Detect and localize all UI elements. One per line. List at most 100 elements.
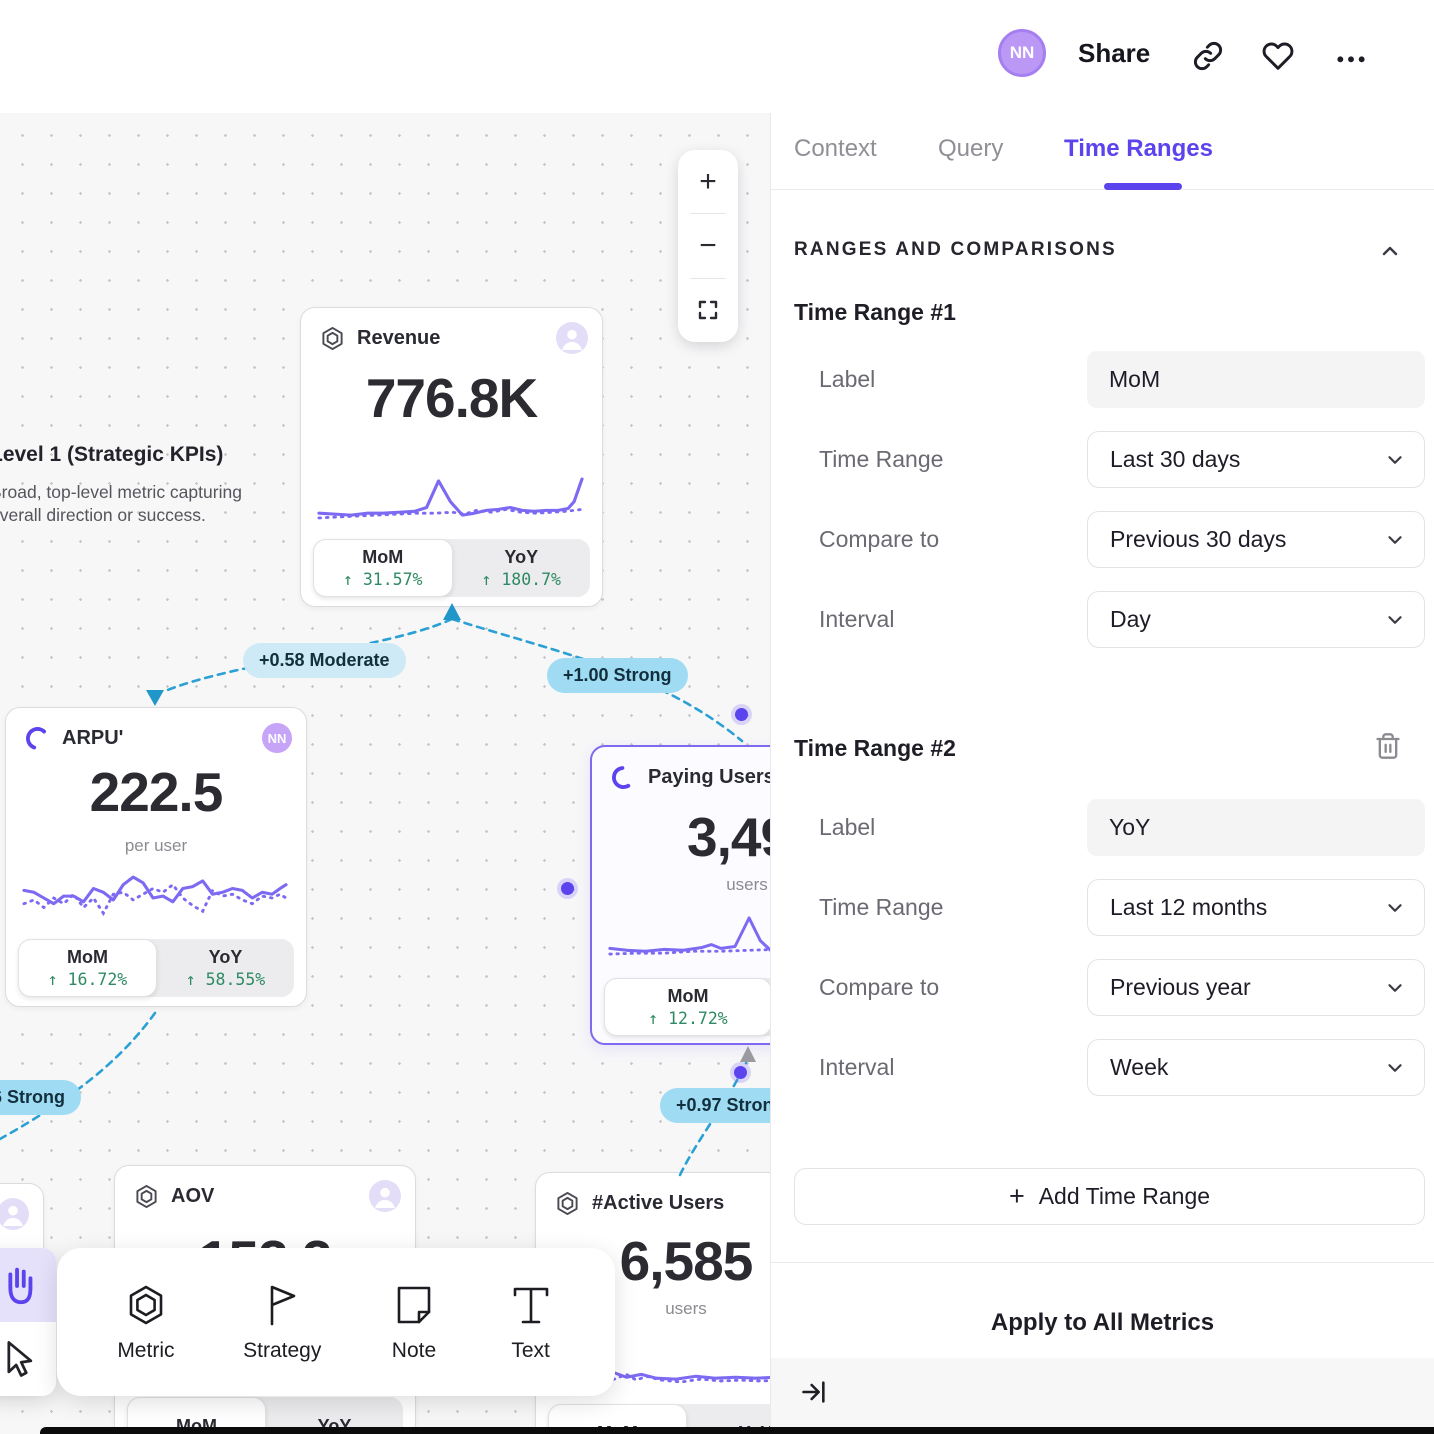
mom-toggle[interactable]: MoM ↑ 31.57% [313,539,453,597]
hand-icon [0,1262,41,1308]
chevron-down-icon [1384,609,1406,631]
range-1-interval-select[interactable]: Day [1087,591,1425,648]
tab-context[interactable]: Context [794,135,877,163]
metric-tree-canvas[interactable]: +0.58 Moderate +1.00 Strong 66 Strong +0… [0,113,770,1434]
comparison-toggle: MoM ↑ 16.72% YoY ↑ 58.55% [18,939,294,997]
cursor-icon [0,1337,40,1381]
metric-card-revenue[interactable]: Revenue 776.8K MoM ↑ 31.57% YoY ↑ 180.7 [300,307,603,607]
collaborator-badge: NN [262,723,292,753]
chevron-down-icon [1384,529,1406,551]
correlation-badge[interactable]: 66 Strong [0,1080,81,1115]
range-1-time-range-select[interactable]: Last 30 days [1087,431,1425,488]
card-title: #Active Users [592,1192,724,1215]
chevron-down-icon [1384,449,1406,471]
loading-arc-icon [24,725,51,752]
hand-tool-button[interactable] [0,1248,56,1322]
card-title: AOV [171,1185,214,1208]
range-2-interval-select[interactable]: Week [1087,1039,1425,1096]
yoy-change-value: ↑ 58.55% [186,970,265,989]
section-title: RANGES AND COMPARISONS [794,239,1117,261]
correlation-badge[interactable]: +1.00 Strong [547,658,688,693]
settings-panel: Context Query Time Ranges RANGES AND COM… [770,113,1434,1434]
label-field-label: Label [819,799,875,856]
comparison-toggle: MoM ↑ 12.72% [604,978,770,1036]
chevron-up-icon [1378,239,1402,263]
fullscreen-icon [696,298,720,322]
active-tab-indicator [1104,183,1182,190]
metric-card-paying-users[interactable]: Paying Users' 3,49 users MoM ↑ 12.72% [590,745,770,1045]
more-options-button[interactable] [1335,46,1367,78]
tab-query[interactable]: Query [938,135,1003,163]
plus-icon: + [1009,1181,1025,1212]
sparkline-chart [608,899,770,975]
range-2-compare-select[interactable]: Previous year [1087,959,1425,1016]
range-1-compare-select[interactable]: Previous 30 days [1087,511,1425,568]
range-2-title: Time Range #2 [794,735,956,762]
owner-avatar-icon [0,1198,29,1230]
time-range-field-label: Time Range [819,431,943,488]
yoy-toggle[interactable]: YoY ↑ 58.55% [157,939,294,997]
chevron-down-icon [1384,897,1406,919]
range-2-label-input[interactable]: YoY [1087,799,1425,856]
mom-change-value: ↑ 31.57% [343,570,422,589]
connector-handle[interactable] [735,708,748,721]
add-strategy-button[interactable]: Strategy [243,1281,321,1363]
range-2-time-range-select[interactable]: Last 12 months [1087,879,1425,936]
metric-unit: users [687,875,770,895]
correlation-badge[interactable]: +0.58 Moderate [243,643,406,678]
zoom-out-button[interactable]: − [678,214,738,277]
user-avatar[interactable]: NN [998,29,1046,77]
heart-icon [1262,40,1294,72]
select-tool-button[interactable] [0,1322,56,1396]
delete-range-button[interactable] [1374,731,1402,761]
mom-change-value: ↑ 16.72% [48,970,127,989]
connector-handle[interactable] [734,1066,747,1079]
metric-unit: per user [6,836,306,856]
time-range-field-label: Time Range [819,879,943,936]
add-note-button[interactable]: Note [390,1281,438,1363]
ellipsis-icon [1335,46,1367,78]
metric-card-arpu[interactable]: ARPU' NN 222.5 per user MoM ↑ 16.72% YoY… [5,707,307,1007]
yoy-toggle[interactable]: YoY ↑ 180.7% [453,539,591,597]
metric-hexagon-icon [133,1183,160,1210]
favorite-button[interactable] [1262,40,1294,72]
apply-all-metrics-button[interactable]: Apply to All Metrics [771,1309,1434,1337]
mom-toggle[interactable]: MoM ↑ 12.72% [604,978,770,1036]
connector-handle[interactable] [561,882,574,895]
collapse-section-button[interactable] [1378,239,1402,263]
arrow-to-bar-icon [800,1378,828,1406]
copy-link-button[interactable] [1192,40,1224,72]
metric-value: 3,49 [687,805,770,869]
share-button[interactable]: Share [1078,38,1150,69]
metric-value: 776.8K [301,366,602,430]
level-note-body: Broad, top-level metric capturing overal… [0,481,242,527]
fit-view-button[interactable] [678,279,738,342]
add-time-range-button[interactable]: + Add Time Range [794,1168,1425,1225]
collapse-panel-button[interactable] [800,1378,828,1406]
interval-field-label: Interval [819,591,894,648]
app-screen: +0.58 Moderate +1.00 Strong 66 Strong +0… [0,0,1434,1434]
zoom-controls: + − [678,150,738,342]
card-title: Revenue [357,327,440,350]
zoom-in-button[interactable]: + [678,150,738,213]
text-icon [507,1281,555,1329]
tab-time-ranges[interactable]: Time Ranges [1064,135,1213,163]
add-metric-button[interactable]: Metric [117,1281,174,1363]
window-bottom-edge [40,1427,1434,1434]
add-text-button[interactable]: Text [507,1281,555,1363]
sparkline-chart [22,860,290,936]
correlation-badge[interactable]: +0.97 Strong [660,1088,770,1123]
owner-avatar-icon [369,1180,401,1212]
metric-hexagon-icon [319,325,346,352]
mom-change-value: ↑ 12.72% [648,1009,727,1028]
interval-field-label: Interval [819,1039,894,1096]
range-1-label-input[interactable]: MoM [1087,351,1425,408]
mom-toggle[interactable]: MoM ↑ 16.72% [18,939,157,997]
sparkline-chart [317,460,586,536]
owner-avatar-icon [556,322,588,354]
chevron-down-icon [1384,977,1406,999]
compare-field-label: Compare to [819,511,939,568]
link-icon [1192,40,1224,72]
trash-icon [1374,731,1402,761]
comparison-toggle: MoM ↑ 31.57% YoY ↑ 180.7% [313,539,590,597]
